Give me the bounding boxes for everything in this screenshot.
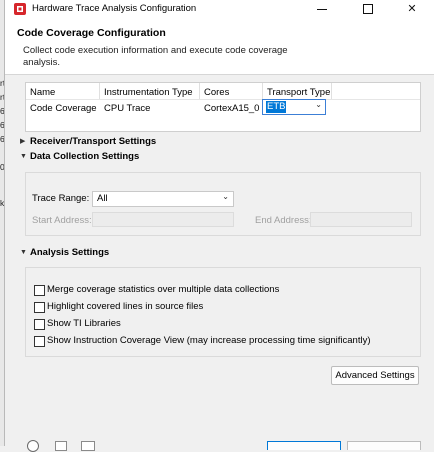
show-ti-libraries-checkbox[interactable] (34, 319, 45, 330)
trace-range-value: All (97, 193, 108, 204)
start-address-field (92, 212, 234, 227)
start-address-label: Start Address: (32, 215, 92, 226)
app-icon (14, 3, 26, 15)
dialog-header: Code Coverage Configuration Collect code… (5, 18, 434, 75)
dialog-title: Code Coverage Configuration (17, 27, 166, 39)
column-separator (99, 83, 100, 99)
column-header-instrumentation-type[interactable]: Instrumentation Type (104, 87, 193, 98)
configuration-dialog: Hardware Trace Analysis Configuration ✕ … (4, 0, 434, 452)
transport-type-value: ETB (266, 101, 287, 113)
column-separator (199, 83, 200, 99)
dialog-description: Collect code execution information and e… (23, 45, 288, 68)
column-header-transport-type[interactable]: Transport Type (267, 87, 330, 98)
end-address-label: End Address: (255, 215, 312, 226)
column-header-cores[interactable]: Cores (204, 87, 229, 98)
window-title: Hardware Trace Analysis Configuration (32, 3, 197, 14)
advanced-settings-button[interactable]: Advanced Settings (331, 366, 419, 385)
checkbox-label: Show Instruction Coverage View (may incr… (47, 335, 371, 346)
data-collection-group: Trace Range: All ⌄ Start Address: End Ad… (25, 172, 421, 236)
title-bar[interactable]: Hardware Trace Analysis Configuration ✕ (5, 0, 434, 18)
instruction-coverage-checkbox[interactable] (34, 336, 45, 347)
column-header-name[interactable]: Name (30, 87, 55, 98)
merge-coverage-checkbox[interactable] (34, 285, 45, 296)
section-label: Analysis Settings (30, 247, 110, 258)
header-divider (26, 99, 420, 100)
receiver-transport-section-toggle[interactable]: ▶ Receiver/Transport Settings (20, 136, 156, 147)
column-separator (331, 83, 332, 99)
chevron-down-icon: ▼ (20, 152, 27, 160)
column-separator (262, 83, 263, 99)
chevron-down-icon: ⌄ (315, 100, 322, 109)
minimize-icon (317, 9, 327, 10)
trace-range-dropdown[interactable]: All ⌄ (92, 191, 234, 207)
button-bar (5, 436, 434, 452)
section-label: Receiver/Transport Settings (30, 136, 157, 147)
close-button[interactable]: ✕ (389, 0, 434, 18)
transport-type-dropdown[interactable]: ETB ⌄ (262, 99, 326, 115)
minimize-button[interactable] (299, 0, 345, 18)
export-icon[interactable] (81, 441, 95, 451)
maximize-icon (363, 4, 373, 14)
chevron-down-icon: ▼ (20, 248, 27, 256)
analysis-section-toggle[interactable]: ▼ Analysis Settings (20, 247, 109, 258)
instrumentation-table: Name Instrumentation Type Cores Transpor… (25, 82, 421, 132)
checkbox-label: Merge coverage statistics over multiple … (47, 284, 280, 295)
cell-name: Code Coverage (30, 103, 97, 114)
data-collection-section-toggle[interactable]: ▼ Data Collection Settings (20, 151, 139, 162)
close-icon: ✕ (407, 3, 417, 15)
import-icon[interactable] (55, 441, 67, 451)
end-address-field (310, 212, 412, 227)
highlight-lines-checkbox[interactable] (34, 302, 45, 313)
checkbox-label: Highlight covered lines in source files (47, 301, 204, 312)
checkbox-label: Show TI Libraries (47, 318, 121, 329)
trace-range-label: Trace Range: (32, 193, 90, 204)
help-icon[interactable] (27, 440, 39, 452)
cell-cores: CortexA15_0 (204, 103, 260, 114)
chevron-right-icon: ▶ (20, 138, 26, 146)
section-label: Data Collection Settings (30, 151, 140, 162)
maximize-button[interactable] (345, 0, 391, 18)
chevron-down-icon: ⌄ (222, 192, 229, 201)
cell-instrumentation-type: CPU Trace (104, 103, 151, 114)
